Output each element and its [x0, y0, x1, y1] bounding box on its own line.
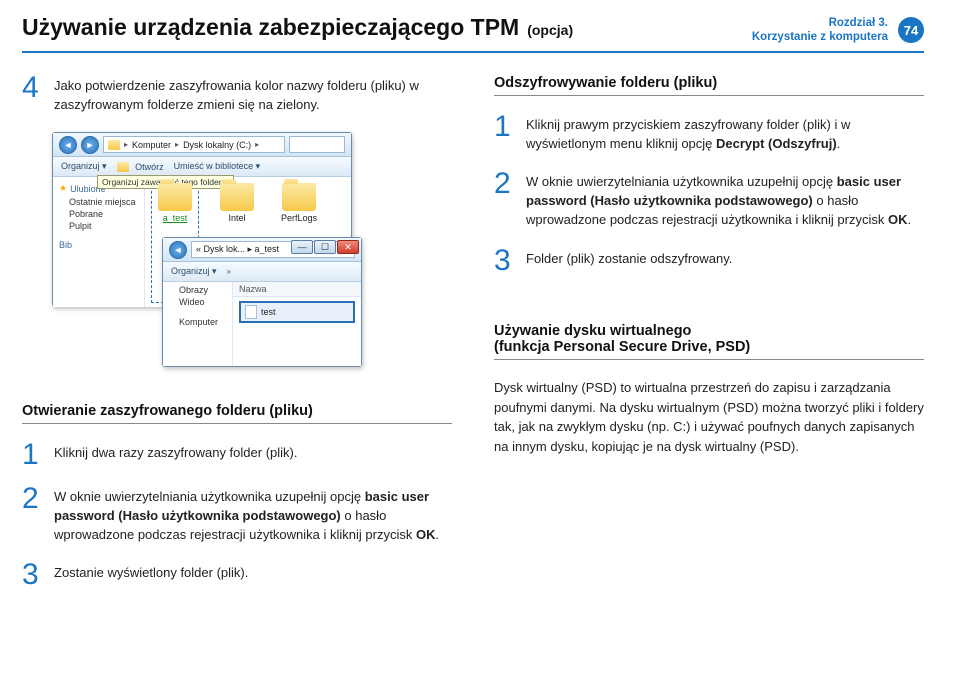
organize-menu[interactable]: Organizuj ▾: [171, 266, 217, 277]
subheading-open-encrypted: Otwieranie zaszyfrowanego folderu (pliku…: [22, 403, 452, 424]
nav-sidebar: ★Ulubione Ostatnie miejsca Pobrane Pulpi…: [53, 177, 145, 307]
decrypt-step-2: 2 W oknie uwierzytelniania użytkownika u…: [494, 171, 924, 230]
open-button[interactable]: Otwórz: [117, 162, 164, 172]
explorer-window-2: ◄ « Dysk lok... ▸ a_test — ☐ ✕ Organizuj…: [162, 237, 362, 367]
folder-label: a_test: [153, 213, 197, 223]
step-number: 2: [22, 486, 44, 545]
step-4: 4 Jako potwierdzenie zaszyfrowania kolor…: [22, 75, 452, 115]
folder-icon: [117, 162, 129, 172]
page-title-option: (opcja): [527, 22, 573, 38]
library-menu[interactable]: Umieść w bibliotece ▾: [174, 161, 261, 172]
sidebar-desktop[interactable]: Pulpit: [53, 220, 144, 232]
step-text: Zostanie wyświetlony folder (plik).: [54, 562, 452, 588]
close-button[interactable]: ✕: [337, 240, 359, 254]
page-header: Używanie urządzenia zabezpieczającego TP…: [22, 14, 924, 53]
step-text: Kliknij prawym przyciskiem zaszyfrowany …: [526, 114, 924, 154]
step-text: Jako potwierdzenie zaszyfrowania kolor n…: [54, 75, 452, 115]
subheading-psd: Używanie dysku wirtualnego (funkcja Pers…: [494, 323, 924, 360]
address-bar[interactable]: ▸ Komputer ▸ Dysk lokalny (C:) ▸: [103, 136, 285, 153]
sidebar-recent[interactable]: Ostatnie miejsca: [53, 196, 144, 208]
breadcrumb[interactable]: Komputer: [132, 140, 171, 150]
chapter-line1: Rozdział 3.: [752, 16, 888, 30]
column-header-name[interactable]: Nazwa: [233, 282, 361, 297]
back-button[interactable]: ◄: [59, 136, 77, 154]
page-title: Używanie urządzenia zabezpieczającego TP…: [22, 14, 519, 41]
star-icon: ★: [59, 183, 67, 194]
step-number: 1: [494, 114, 516, 154]
sidebar-downloads[interactable]: Pobrane: [53, 208, 144, 220]
decrypt-step-3: 3 Folder (plik) zostanie odszyfrowany.: [494, 248, 924, 274]
folder-icon: [282, 183, 316, 211]
nav-sidebar: Obrazy Wideo Komputer: [163, 282, 233, 366]
sidebar-libraries[interactable]: Bib: [53, 238, 144, 252]
psd-paragraph: Dysk wirtualny (PSD) to wirtualna przest…: [494, 378, 924, 456]
open-step-2: 2 W oknie uwierzytelniania użytkownika u…: [22, 486, 452, 545]
sidebar-video[interactable]: Wideo: [163, 296, 232, 308]
toolbar: Organizuj ▾ Otwórz Umieść w bibliotece ▾…: [53, 157, 351, 177]
step-text: Kliknij dwa razy zaszyfrowany folder (pl…: [54, 442, 452, 468]
search-input[interactable]: [289, 136, 345, 153]
folder-icon: [108, 140, 120, 150]
open-step-3: 3 Zostanie wyświetlony folder (plik).: [22, 562, 452, 588]
breadcrumb[interactable]: Dysk lokalny (C:): [183, 140, 251, 150]
maximize-button[interactable]: ☐: [314, 240, 336, 254]
folder-label: PerfLogs: [277, 213, 321, 223]
step-number: 3: [494, 248, 516, 274]
step-number: 4: [22, 75, 44, 115]
step-number: 3: [22, 562, 44, 588]
step-number: 1: [22, 442, 44, 468]
step-number: 2: [494, 171, 516, 230]
open-step-1: 1 Kliknij dwa razy zaszyfrowany folder (…: [22, 442, 452, 468]
minimize-button[interactable]: —: [291, 240, 313, 254]
step-text: Folder (plik) zostanie odszyfrowany.: [526, 248, 924, 274]
forward-button[interactable]: ►: [81, 136, 99, 154]
back-button[interactable]: ◄: [169, 241, 187, 259]
chapter-label: Rozdział 3. Korzystanie z komputera: [752, 16, 888, 45]
folder-label: Intel: [215, 213, 259, 223]
file-label: test: [261, 307, 276, 317]
page-number-badge: 74: [898, 17, 924, 43]
subheading-decrypt: Odszyfrowywanie folderu (pliku): [494, 75, 924, 96]
psd-heading-line1: Używanie dysku wirtualnego: [494, 323, 691, 339]
folder-icon: [158, 183, 192, 211]
psd-heading-line2: (funkcja Personal Secure Drive, PSD): [494, 339, 750, 355]
sidebar-images[interactable]: Obrazy: [163, 284, 232, 296]
toolbar: Organizuj ▾ »: [163, 262, 361, 282]
file-test[interactable]: test: [239, 301, 355, 323]
sidebar-computer[interactable]: Komputer: [163, 316, 232, 328]
decrypt-step-1: 1 Kliknij prawym przyciskiem zaszyfrowan…: [494, 114, 924, 154]
step-text: W oknie uwierzytelniania użytkownika uzu…: [54, 486, 452, 545]
step-text: W oknie uwierzytelniania użytkownika uzu…: [526, 171, 924, 230]
organize-menu[interactable]: Organizuj ▾: [61, 161, 107, 172]
explorer-screenshot: ◄ ► ▸ Komputer ▸ Dysk lokalny (C:) ▸: [52, 132, 352, 307]
file-icon: [245, 305, 257, 319]
chapter-line2: Korzystanie z komputera: [752, 30, 888, 44]
folder-icon: [220, 183, 254, 211]
